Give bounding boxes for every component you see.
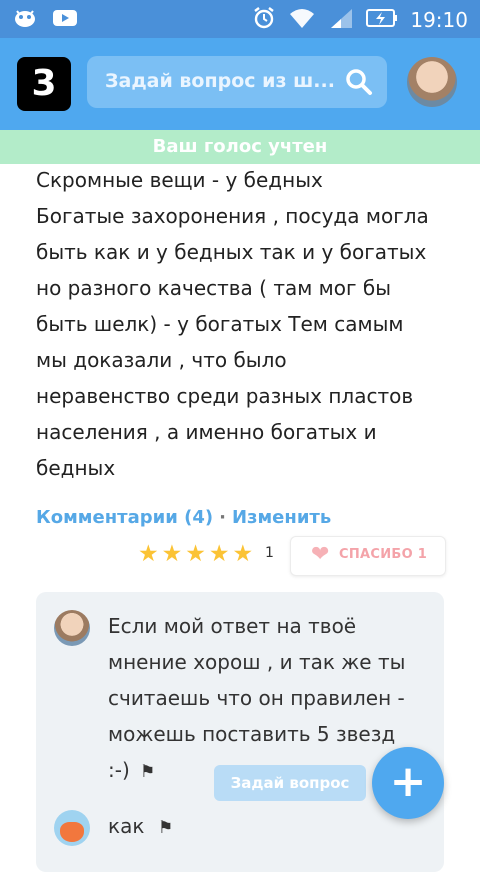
star-icon[interactable]: ★ [209, 541, 230, 567]
comment-line: Если мой ответ на твоё [108, 614, 357, 638]
comments-section: Если мой ответ на твоё мнение хорош , и … [36, 592, 444, 872]
answer-line: населения , а именно богатых и [36, 420, 377, 444]
thanks-label: СПАСИБО 1 [339, 547, 428, 562]
star-icon[interactable]: ★ [233, 541, 254, 567]
answer-line: быть как и у бедных так и у богатых [36, 240, 427, 264]
search-icon[interactable] [345, 68, 373, 100]
answer-line: Богатые захоронения , посуда могла [36, 204, 429, 228]
comment-text: как [108, 814, 145, 838]
battery-charging-icon [366, 7, 398, 33]
answer-line: Скромные вещи - у бедных [36, 168, 323, 192]
commenter-avatar[interactable] [54, 810, 90, 846]
answer-line: мы доказали , что было [36, 348, 287, 372]
star-icon[interactable]: ★ [138, 541, 159, 567]
answer-line: бедных [36, 456, 116, 480]
alarm-icon [252, 6, 276, 34]
answer-line: но разного качества ( там мог бы [36, 276, 391, 300]
star-icon[interactable]: ★ [162, 541, 183, 567]
comment-line: можешь поставить 5 звезд [108, 722, 396, 746]
app-icon [12, 7, 38, 33]
ask-question-button[interactable]: Задай вопрос [214, 765, 366, 801]
rating-stars[interactable]: ★ ★ ★ ★ ★ [138, 541, 253, 567]
youtube-icon [52, 8, 78, 32]
signal-icon [328, 7, 354, 33]
edit-link[interactable]: Изменить [232, 507, 331, 528]
separator: · [219, 507, 226, 528]
search-bar[interactable]: Задай вопрос из ш... [87, 56, 387, 108]
rating-count: 1 [265, 545, 274, 561]
comment-text: Если мой ответ на твоё мнение хорош , и … [108, 608, 418, 788]
fox-icon [60, 822, 84, 842]
commenter-avatar[interactable] [54, 610, 90, 646]
report-flag-icon[interactable]: ⚑ [158, 818, 173, 838]
search-placeholder[interactable]: Задай вопрос из ш... [105, 70, 335, 92]
app-logo[interactable]: 3 [17, 57, 71, 111]
user-avatar[interactable] [407, 57, 457, 107]
answer-line: неравенство среди разных пластов [36, 384, 414, 408]
app-header: 3 Задай вопрос из ш... [0, 38, 480, 130]
status-bar: 19:10 [0, 0, 480, 38]
heart-icon: ❤ [311, 542, 330, 567]
wifi-icon [288, 7, 316, 33]
comments-link[interactable]: Комментарии (4) [36, 507, 213, 528]
comment-line: считаешь что он правилен - [108, 686, 405, 710]
comment-line: мнение хорош , и так же ты [108, 650, 406, 674]
report-flag-icon[interactable]: ⚑ [140, 762, 155, 782]
answer-actions: Комментарии (4) · Изменить [36, 507, 331, 528]
add-button[interactable]: + [372, 747, 444, 819]
answer-line: быть шелк) - у богатых Тем самым [36, 312, 404, 336]
answer-text: Скромные вещи - у бедных Богатые захорон… [36, 162, 456, 486]
clock: 19:10 [410, 8, 468, 32]
thanks-button[interactable]: ❤ СПАСИБО 1 [290, 536, 446, 576]
star-icon[interactable]: ★ [185, 541, 206, 567]
vote-counted-toast: Ваш голос учтен [0, 130, 480, 164]
